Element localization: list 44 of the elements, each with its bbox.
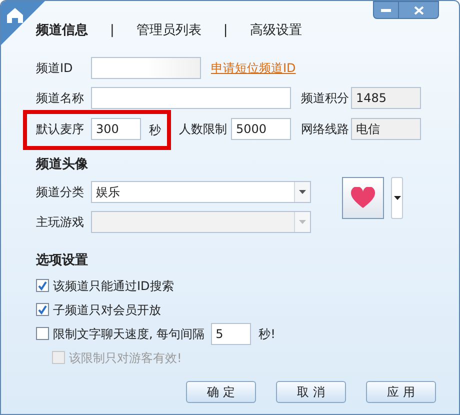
field-label: 主玩游戏 — [36, 214, 85, 230]
field-label: 人数限制 — [179, 121, 228, 138]
field-label: 限制文字聊天速度, 每句间隔 — [53, 326, 205, 342]
option-label: 该限制只对游客有效! — [69, 350, 182, 366]
option-label: 该频道只能通过ID搜索 — [53, 278, 174, 294]
section-title: 频道头像 — [36, 156, 89, 174]
dialog-button[interactable]: 应 用 — [366, 381, 436, 403]
caret-icon — [394, 196, 400, 200]
checkbox[interactable] — [36, 327, 49, 340]
avatar-button[interactable] — [342, 176, 384, 218]
caret-icon — [299, 220, 306, 224]
caret-icon — [299, 190, 306, 194]
checkbox[interactable] — [36, 279, 49, 292]
network-field[interactable]: 电信 — [351, 118, 421, 140]
tab-separator: | — [223, 22, 228, 40]
field-label: 网络线路 — [301, 121, 350, 138]
tab-separator: | — [110, 22, 114, 40]
close-button[interactable] — [399, 1, 439, 19]
avatar-dropdown-button[interactable] — [391, 176, 403, 218]
field-label: 秒 — [149, 123, 161, 137]
field-label: 默认麦序 — [36, 121, 85, 138]
dropdown[interactable]: 娱乐 — [91, 180, 311, 202]
heart-icon — [350, 186, 376, 208]
dialog-button[interactable]: 确 定 — [186, 381, 256, 403]
tab[interactable]: 高级设置 — [250, 21, 302, 41]
member-limit-field[interactable]: 5000 — [231, 118, 291, 140]
field-label: 频道分类 — [36, 184, 85, 200]
points-field[interactable]: 1485 — [351, 87, 421, 109]
option-label: 子频道只对会员开放 — [53, 302, 161, 318]
close-icon — [414, 6, 424, 14]
channel-name-field[interactable] — [91, 87, 291, 109]
field-label: 频道积分 — [301, 90, 350, 107]
minimize-button[interactable] — [373, 1, 399, 19]
tab[interactable]: 频道信息 — [36, 21, 88, 41]
field-label: 秒! — [258, 326, 276, 340]
dialog-button[interactable]: 取 消 — [276, 381, 346, 403]
interval-field[interactable]: 5 — [210, 322, 251, 344]
tab[interactable]: 管理员列表 — [136, 21, 202, 41]
mic-order-field[interactable]: 300 — [91, 118, 141, 140]
field-label: 频道名称 — [36, 90, 85, 107]
field-label: 频道ID — [36, 60, 74, 77]
checkbox[interactable] — [36, 303, 49, 316]
channel-id-field[interactable] — [91, 57, 201, 79]
section-title: 选项设置 — [36, 252, 89, 270]
